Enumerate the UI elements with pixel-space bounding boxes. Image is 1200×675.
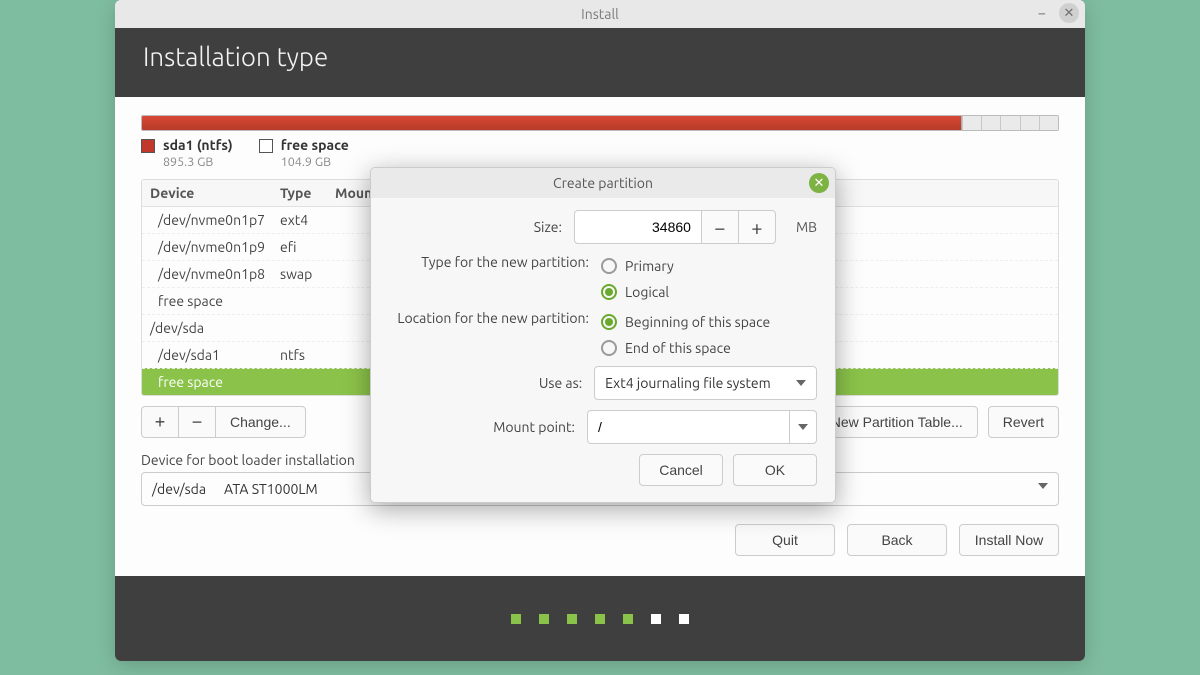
step-dot	[511, 614, 521, 624]
progress-dots	[115, 576, 1085, 661]
use-as-value: Ext4 journaling file system	[605, 375, 771, 391]
ok-button[interactable]: OK	[733, 454, 817, 486]
dialog-title: Create partition	[553, 175, 653, 191]
radio-icon	[601, 258, 617, 274]
cell-type	[272, 369, 327, 395]
legend-swatch-icon	[259, 139, 273, 153]
cell-type: ntfs	[272, 342, 327, 368]
col-device-header[interactable]: Device	[142, 180, 272, 206]
radio-end[interactable]: End of this space	[601, 340, 770, 356]
mount-label: Mount point:	[389, 419, 575, 435]
legend-size: 895.3 GB	[163, 155, 213, 169]
window-title: Install	[581, 6, 619, 22]
install-now-button[interactable]: Install Now	[959, 524, 1059, 556]
step-dot	[539, 614, 549, 624]
close-icon[interactable]: ✕	[1059, 3, 1079, 23]
use-as-label: Use as:	[389, 375, 582, 391]
usage-segment-free	[962, 116, 1058, 130]
step-dot	[595, 614, 605, 624]
back-button[interactable]: Back	[847, 524, 947, 556]
use-as-row: Use as: Ext4 journaling file system	[389, 366, 817, 400]
mount-point-input[interactable]	[588, 411, 790, 443]
cell-device: free space	[142, 288, 272, 314]
location-label: Location for the new partition:	[389, 310, 589, 326]
radio-icon-selected	[601, 284, 617, 300]
step-dot	[623, 614, 633, 624]
step-dot	[567, 614, 577, 624]
minimize-icon[interactable]: −	[1033, 4, 1051, 22]
usage-segment-used	[142, 116, 962, 130]
radio-beginning[interactable]: Beginning of this space	[601, 314, 770, 330]
page-header: Installation type	[115, 28, 1085, 97]
cell-device: free space	[142, 369, 272, 395]
legend-size: 104.9 GB	[281, 155, 331, 169]
size-row: Size: − + MB	[389, 210, 817, 244]
cell-type	[272, 288, 327, 314]
cell-device: /dev/nvme0n1p7	[142, 207, 272, 233]
radio-logical[interactable]: Logical	[601, 284, 674, 300]
legend: sda1 (ntfs) 895.3 GB free space 104.9 GB	[141, 137, 1059, 169]
size-increment-button[interactable]: +	[738, 210, 776, 244]
radio-icon	[601, 340, 617, 356]
change-partition-button[interactable]: Change...	[215, 406, 306, 438]
remove-partition-button[interactable]: −	[178, 406, 216, 438]
dialog-actions: Cancel OK	[389, 454, 817, 486]
col-type-header[interactable]: Type	[272, 180, 327, 206]
disk-usage-bar	[141, 115, 1059, 131]
legend-item-used: sda1 (ntfs) 895.3 GB	[141, 137, 233, 169]
mount-point-combobox[interactable]	[587, 410, 817, 444]
cell-type: swap	[272, 261, 327, 287]
cancel-button[interactable]: Cancel	[639, 454, 723, 486]
new-partition-table-button[interactable]: New Partition Table...	[816, 406, 978, 438]
chevron-down-icon	[796, 380, 806, 386]
step-dot-active	[651, 614, 661, 624]
revert-button[interactable]: Revert	[988, 406, 1059, 438]
size-input[interactable]	[574, 210, 702, 244]
bootloader-desc: ATA ST1000LM	[224, 481, 318, 497]
radio-icon-selected	[601, 314, 617, 330]
mount-row: Mount point:	[389, 410, 817, 444]
cell-device: /dev/nvme0n1p8	[142, 261, 272, 287]
bootloader-device: /dev/sda	[152, 481, 206, 497]
window-titlebar: Install − ✕	[115, 0, 1085, 28]
legend-item-free: free space 104.9 GB	[259, 137, 349, 169]
size-unit: MB	[796, 219, 817, 235]
size-decrement-button[interactable]: −	[701, 210, 739, 244]
add-partition-button[interactable]: +	[141, 406, 179, 438]
legend-label: free space	[281, 137, 349, 153]
cell-type	[272, 315, 327, 341]
legend-swatch-icon	[141, 139, 155, 153]
chevron-down-icon	[1038, 483, 1048, 489]
cell-device: /dev/sda	[142, 315, 272, 341]
wizard-footer: Quit Back Install Now	[141, 524, 1059, 556]
size-stepper: − +	[574, 210, 776, 244]
dialog-close-icon[interactable]: ✕	[809, 173, 829, 193]
use-as-combobox[interactable]: Ext4 journaling file system	[594, 366, 817, 400]
cell-device: /dev/sda1	[142, 342, 272, 368]
size-label: Size:	[389, 219, 562, 235]
type-label: Type for the new partition:	[389, 254, 589, 270]
cell-type: efi	[272, 234, 327, 260]
create-partition-dialog: Create partition ✕ Size: − + MB Type for…	[370, 167, 836, 503]
cell-device: /dev/nvme0n1p9	[142, 234, 272, 260]
dialog-titlebar: Create partition ✕	[371, 168, 835, 198]
legend-label: sda1 (ntfs)	[163, 137, 233, 153]
type-row: Type for the new partition: Primary Logi…	[389, 254, 817, 300]
cell-type: ext4	[272, 207, 327, 233]
mount-point-dropdown-button[interactable]	[790, 424, 816, 430]
page-title: Installation type	[143, 42, 328, 71]
radio-primary[interactable]: Primary	[601, 258, 674, 274]
quit-button[interactable]: Quit	[735, 524, 835, 556]
location-row: Location for the new partition: Beginnin…	[389, 310, 817, 356]
chevron-down-icon	[798, 424, 808, 430]
step-dot	[679, 614, 689, 624]
